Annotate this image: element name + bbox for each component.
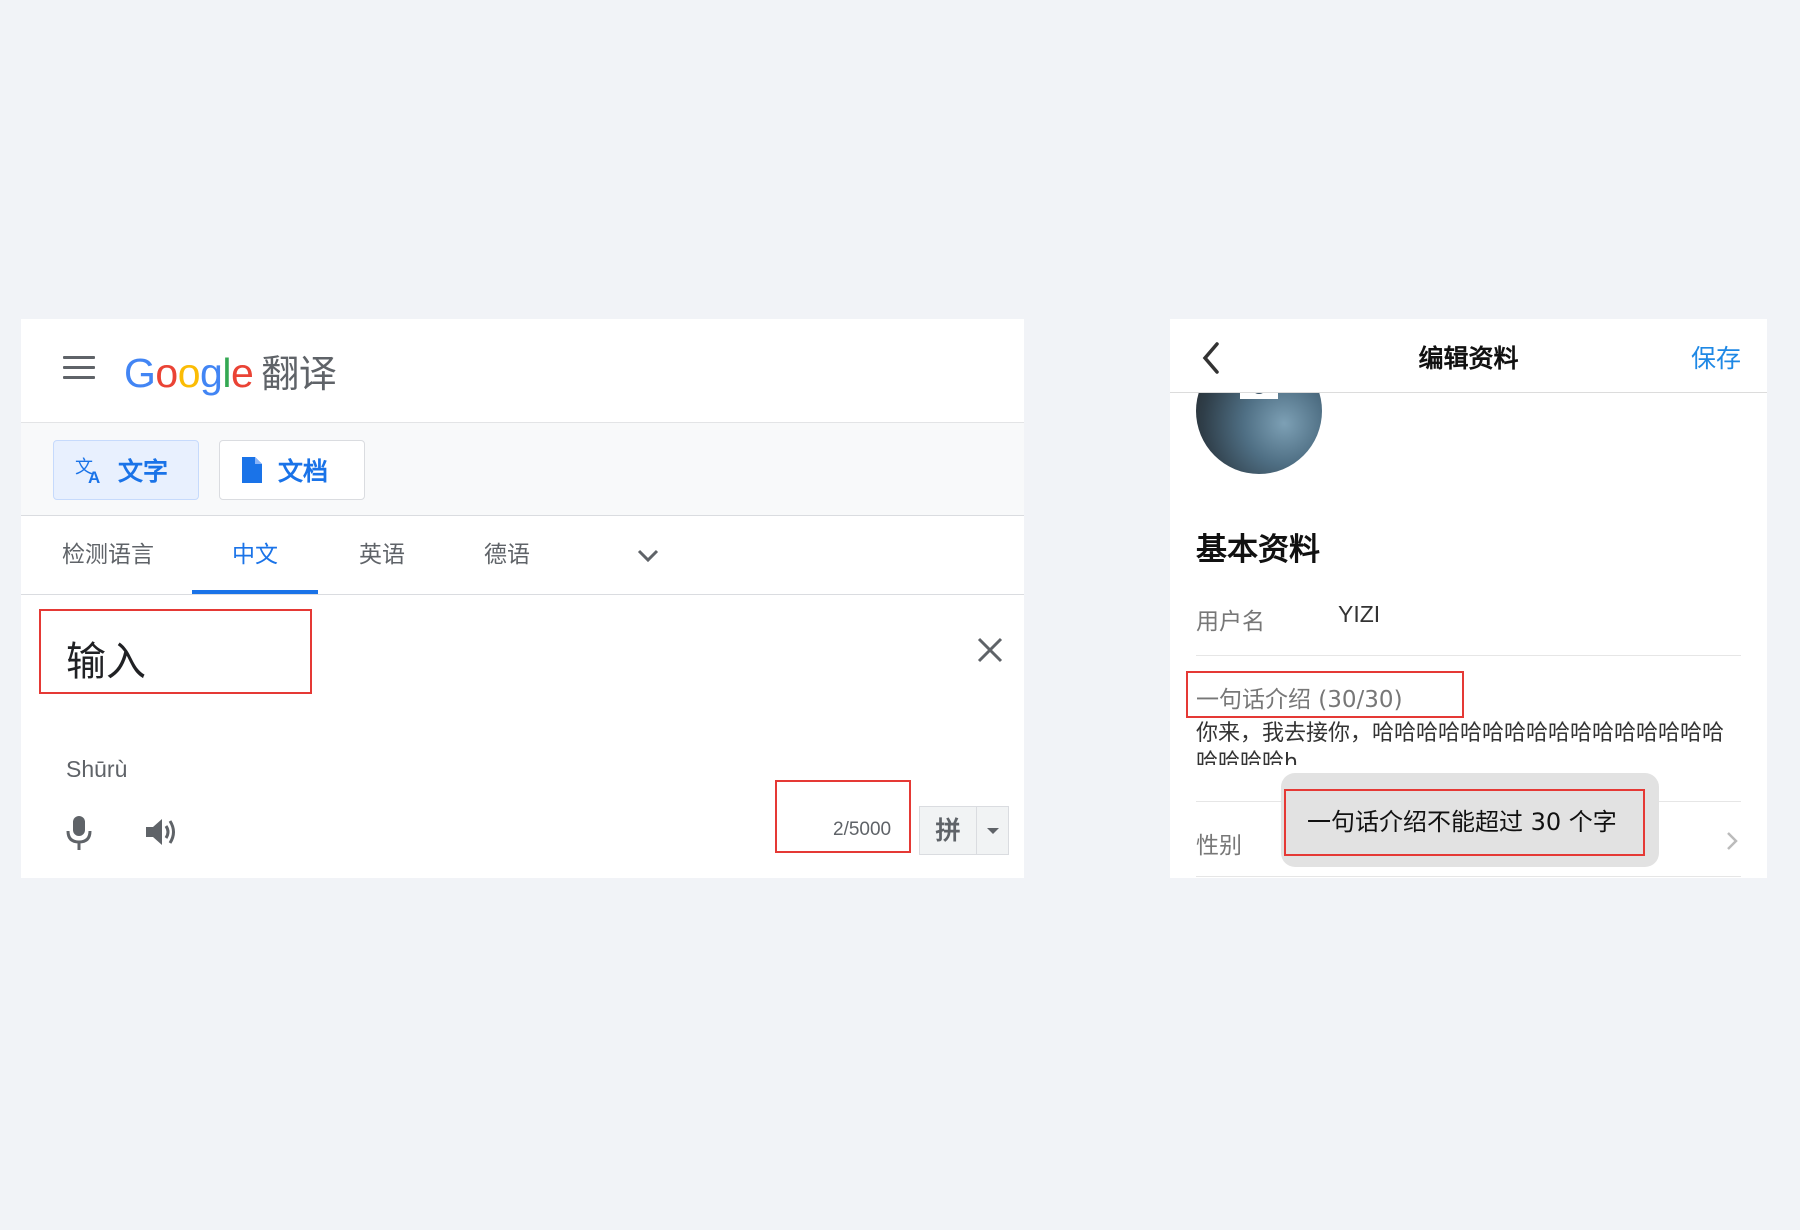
- bio-label: 一句话介绍 (30/30): [1196, 687, 1403, 713]
- tab-german[interactable]: 德语: [477, 516, 537, 594]
- username-field[interactable]: YIZI: [1338, 601, 1380, 628]
- logo-letter: G: [124, 350, 156, 396]
- logo-letter: l: [222, 350, 231, 396]
- save-button[interactable]: 保存: [1691, 339, 1741, 375]
- profile-edit-panel: 编辑资料 保存 基本资料 用户名 YIZI 一句话介绍 (30/30) 你来，我…: [1170, 319, 1767, 878]
- translate-panel: Google 翻译 文 A 文字 文档 检测语言 中文 英语 德语 输入 Shū…: [21, 319, 1024, 878]
- page-title: 编辑资料: [1418, 344, 1519, 373]
- section-title: 基本资料: [1196, 532, 1320, 568]
- divider: [1196, 876, 1741, 877]
- source-input[interactable]: 输入: [66, 629, 146, 687]
- tab-chinese[interactable]: 中文: [192, 516, 318, 594]
- nav-bar: 编辑资料 保存: [1170, 319, 1767, 393]
- ime-dropdown-arrow-icon[interactable]: [977, 807, 1008, 854]
- mic-icon[interactable]: [65, 814, 93, 852]
- document-mode-label: 文档: [278, 457, 329, 486]
- tab-english[interactable]: 英语: [352, 516, 412, 594]
- speaker-icon[interactable]: [144, 815, 180, 849]
- svg-text:A: A: [88, 468, 100, 485]
- close-icon[interactable]: [975, 635, 1005, 665]
- mode-bar: 文 A 文字 文档: [21, 423, 1024, 516]
- input-method-selector: 拼: [919, 806, 1009, 855]
- romanization-text: Shūrù: [66, 756, 128, 782]
- logo-letter: g: [200, 350, 223, 396]
- logo-letter: o: [155, 350, 178, 396]
- language-bar: 检测语言 中文 英语 德语: [21, 516, 1024, 595]
- character-count: 2/5000: [833, 819, 892, 840]
- product-name: 翻译: [261, 354, 337, 396]
- bio-field[interactable]: 你来，我去接你，哈哈哈哈哈哈哈哈哈哈哈哈哈哈哈哈哈哈哈哈h: [1196, 719, 1741, 765]
- text-mode-label: 文字: [118, 457, 169, 486]
- translate-header: Google 翻译: [21, 319, 1024, 423]
- logo-letter: e: [230, 350, 254, 396]
- tab-detect-language[interactable]: 检测语言: [53, 516, 163, 594]
- chevron-right-icon[interactable]: [1725, 830, 1739, 852]
- translate-icon: 文 A: [75, 457, 100, 485]
- toast-text: 一句话介绍不能超过 30 个字: [1307, 808, 1617, 836]
- chevron-down-icon[interactable]: [635, 542, 661, 568]
- gender-label: 性别: [1196, 833, 1242, 859]
- ime-toggle-button[interactable]: 拼: [920, 807, 977, 854]
- divider: [1196, 655, 1741, 656]
- text-mode-button[interactable]: 文 A 文字: [53, 440, 199, 500]
- google-translate-logo[interactable]: Google 翻译: [124, 343, 337, 398]
- document-mode-button[interactable]: 文档: [219, 440, 365, 500]
- document-icon: [242, 457, 262, 483]
- menu-icon[interactable]: [63, 356, 95, 380]
- logo-letter: o: [177, 350, 201, 396]
- highlight-box: [775, 780, 911, 853]
- username-label: 用户名: [1196, 609, 1265, 635]
